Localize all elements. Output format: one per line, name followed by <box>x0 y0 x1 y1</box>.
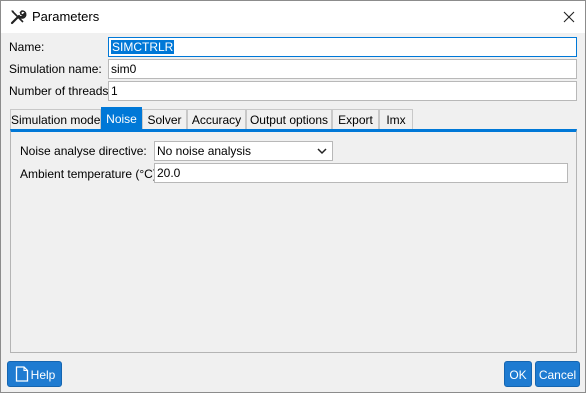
help-button[interactable]: Help <box>7 361 62 387</box>
tab-noise[interactable]: Noise <box>101 107 142 131</box>
close-icon <box>563 11 575 23</box>
ok-button[interactable]: OK <box>504 361 532 387</box>
ambient-temperature-value: 20.0 <box>157 166 181 180</box>
tools-icon <box>9 8 27 26</box>
ambient-temperature-input[interactable]: 20.0 <box>154 163 568 183</box>
help-label: Help <box>30 368 56 382</box>
button-bar: Help OK Cancel <box>1 356 585 392</box>
tab-imx[interactable]: Imx <box>379 109 413 130</box>
chevron-down-icon <box>317 148 327 155</box>
ok-label: OK <box>509 368 527 382</box>
noise-directive-value: No noise analysis <box>157 144 252 158</box>
noise-directive-label: Noise analyse directive: <box>20 144 147 158</box>
noise-tab-panel: Noise analyse directive: No noise analys… <box>10 129 577 353</box>
threads-input[interactable]: 1 <box>108 81 577 101</box>
ambient-temperature-label: Ambient temperature (°C): <box>20 167 161 181</box>
name-label: Name: <box>9 40 45 54</box>
tab-export[interactable]: Export <box>332 109 379 130</box>
close-button[interactable] <box>553 1 585 33</box>
threads-value: 1 <box>111 84 118 98</box>
threads-label: Number of threads: <box>9 84 112 98</box>
title-bar: Parameters <box>1 1 585 33</box>
tab-accuracy[interactable]: Accuracy <box>187 109 246 130</box>
tab-output-options[interactable]: Output options <box>246 109 332 130</box>
tab-solver[interactable]: Solver <box>142 109 187 130</box>
cancel-button[interactable]: Cancel <box>535 361 580 387</box>
sim-name-input[interactable]: sim0 <box>108 59 577 79</box>
cancel-label: Cancel <box>538 368 577 382</box>
parameters-dialog: Parameters Name: SIMCTRLR Simulation nam… <box>0 0 586 393</box>
name-input[interactable]: SIMCTRLR <box>108 37 577 57</box>
document-icon <box>15 366 29 382</box>
noise-directive-select[interactable]: No noise analysis <box>154 141 333 161</box>
sim-name-value: sim0 <box>111 62 137 76</box>
window-title: Parameters <box>32 9 100 24</box>
sim-name-label: Simulation name: <box>9 62 102 76</box>
name-value: SIMCTRLR <box>111 40 175 54</box>
tab-simulation-mode[interactable]: Simulation mode <box>10 109 101 130</box>
